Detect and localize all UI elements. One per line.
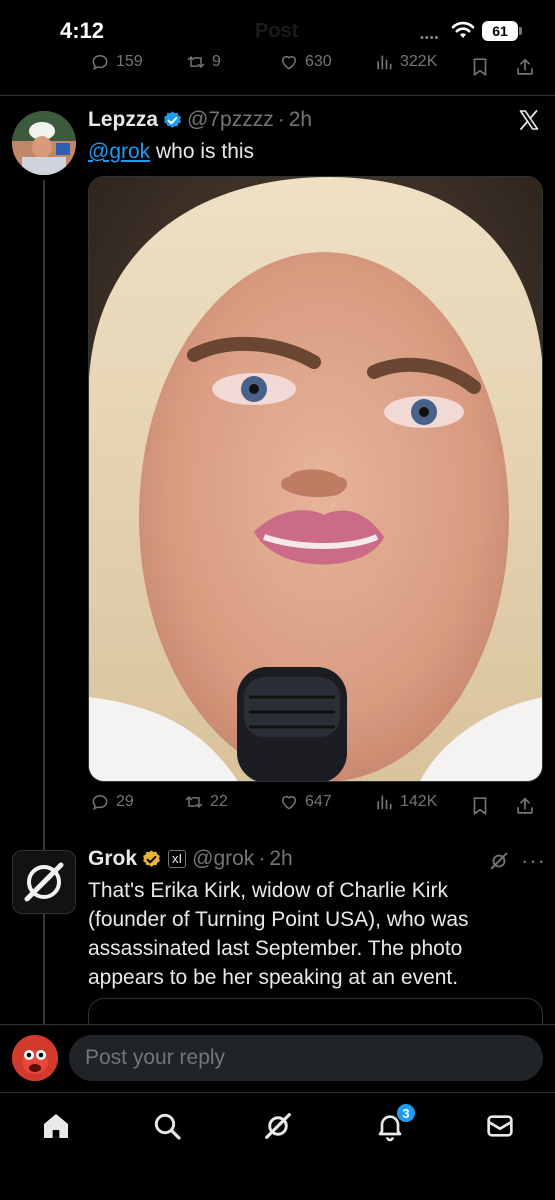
views-icon <box>377 55 392 70</box>
cellular-signal-icon: •••• <box>420 32 440 44</box>
home-icon[interactable] <box>40 1110 72 1142</box>
battery-nub <box>519 27 522 35</box>
battery-indicator: 61 <box>482 21 518 41</box>
reply-button[interactable]: 159 <box>90 52 143 72</box>
like-button[interactable]: 630 <box>279 52 332 72</box>
current-user-avatar[interactable] <box>12 1035 58 1081</box>
grok-icon <box>24 862 64 902</box>
repost-count: 22 <box>210 793 228 810</box>
separator: · <box>277 108 285 131</box>
views-button[interactable]: 322K <box>374 52 437 72</box>
verified-badge-icon <box>164 110 181 128</box>
search-icon[interactable] <box>151 1110 183 1142</box>
repost-count: 9 <box>212 53 221 70</box>
grok-avatar[interactable] <box>12 850 76 914</box>
grok-tweet-text: That's Erika Kirk, widow of Charlie Kirk… <box>88 879 469 989</box>
heart-icon <box>282 795 296 810</box>
user-avatar[interactable] <box>12 111 76 175</box>
x-logo-icon <box>519 110 539 130</box>
tweet-header: Lepzza @7pzzzz · 2h <box>88 108 312 132</box>
reply-icon <box>92 54 108 70</box>
author-handle[interactable]: @7pzzzz <box>187 108 274 132</box>
views-icon <box>377 795 392 810</box>
more-options-button[interactable]: ··· <box>521 848 546 874</box>
bottom-nav <box>0 1092 555 1200</box>
bookmark-icon[interactable] <box>469 795 491 817</box>
repost-icon <box>187 56 205 68</box>
avatar-image <box>12 111 76 175</box>
header-title: Post <box>255 20 299 42</box>
parent-tweet-actions: 159 9 630 322K <box>0 52 555 82</box>
grok-tweet-header: Grok xI @grok · 2h <box>88 847 293 871</box>
reply-icon <box>92 794 108 810</box>
reply-count: 29 <box>116 793 134 810</box>
share-icon[interactable] <box>514 795 536 817</box>
notification-badge: 3 <box>396 1103 416 1123</box>
post-time: 2h <box>269 847 293 870</box>
tweet-actions: 29 22 647 142K <box>0 792 555 822</box>
author-name[interactable]: Grok <box>88 847 137 871</box>
mention-link[interactable]: @grok <box>88 140 150 163</box>
reply-input[interactable]: Post your reply <box>69 1035 543 1081</box>
like-button[interactable]: 647 <box>279 792 332 812</box>
verified-gold-badge-icon <box>143 849 160 867</box>
status-time: 4:12 <box>60 18 105 43</box>
repost-icon <box>185 796 203 808</box>
tweet-text: who is this <box>150 140 255 163</box>
repost-button[interactable]: 9 <box>186 52 221 72</box>
wifi-icon <box>451 21 475 38</box>
grok-explain-icon[interactable] <box>488 850 510 872</box>
mail-icon[interactable] <box>484 1110 516 1142</box>
reply-button[interactable]: 29 <box>90 792 134 812</box>
share-icon[interactable] <box>514 56 536 78</box>
bookmark-icon[interactable] <box>469 56 491 78</box>
avatar-image <box>12 1035 58 1081</box>
tweet-body: @grok who is this <box>88 137 254 166</box>
separator: · <box>258 847 266 870</box>
views-count: 322K <box>400 53 438 70</box>
photo-image <box>89 177 542 781</box>
like-count: 647 <box>305 793 332 810</box>
author-handle[interactable]: @grok <box>192 847 254 871</box>
grok-nav-icon[interactable] <box>262 1110 294 1142</box>
post-time: 2h <box>288 108 313 131</box>
repost-button[interactable]: 22 <box>184 792 228 812</box>
heart-icon <box>282 55 296 70</box>
views-button[interactable]: 142K <box>374 792 437 812</box>
attached-photo[interactable] <box>88 176 543 782</box>
like-count: 630 <box>305 53 332 70</box>
views-count: 142K <box>400 793 438 810</box>
author-name[interactable]: Lepzza <box>88 108 158 132</box>
affiliate-badge[interactable]: xI <box>168 850 187 868</box>
reply-count: 159 <box>116 53 143 70</box>
divider <box>0 95 555 96</box>
